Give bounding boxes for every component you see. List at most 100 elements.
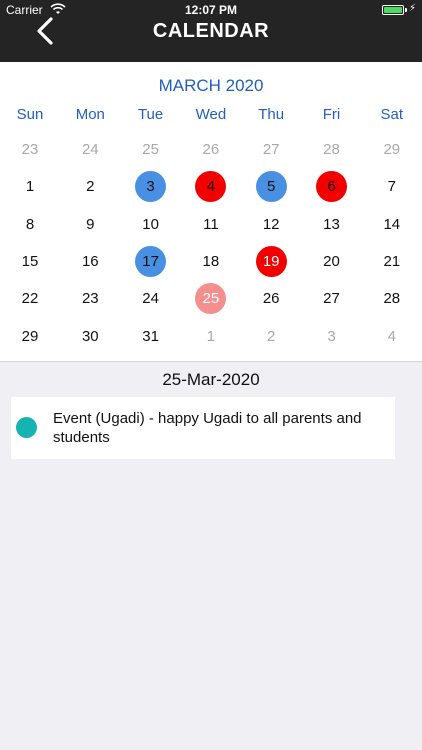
weekday-wed: Wed (195, 106, 227, 123)
day-number: 5 (255, 171, 287, 203)
status-bar: Carrier 12:07 PM ⚡ (0, 0, 422, 20)
calendar-day[interactable]: 25 (181, 283, 241, 315)
day-number: 30 (81, 327, 99, 345)
calendar-day[interactable]: 2 (60, 171, 120, 203)
day-number: 21 (383, 252, 401, 270)
day-number: 3 (135, 171, 167, 203)
day-number: 19 (255, 245, 287, 277)
day-number: 17 (135, 245, 167, 277)
calendar-day[interactable]: 17 (121, 245, 181, 278)
calendar-day[interactable]: 29 (362, 134, 422, 166)
day-number: 26 (202, 141, 220, 158)
calendar-day[interactable]: 26 (241, 283, 301, 315)
calendar-day[interactable]: 27 (302, 283, 362, 315)
calendar-day[interactable]: 9 (60, 209, 120, 241)
day-number: 2 (86, 178, 95, 196)
weekday-sun: Sun (16, 106, 44, 123)
calendar-day[interactable]: 8 (0, 209, 60, 241)
charging-icon: ⚡ (408, 3, 416, 14)
day-number: 18 (202, 252, 220, 270)
calendar-day[interactable]: 4 (181, 171, 241, 203)
month-label: MARCH 2020 (158, 76, 264, 95)
calendar-day[interactable]: 22 (0, 283, 60, 315)
day-number: 13 (323, 215, 340, 233)
day-number: 31 (142, 327, 159, 345)
day-number: 27 (323, 290, 340, 308)
calendar-day[interactable]: 23 (60, 283, 120, 315)
calendar-day[interactable]: 20 (302, 246, 362, 278)
calendar-day[interactable]: 24 (60, 134, 120, 166)
day-number: 28 (383, 290, 401, 308)
day-number: 10 (142, 215, 159, 233)
day-number: 24 (142, 290, 159, 308)
calendar-day[interactable]: 25 (121, 134, 181, 166)
calendar-day[interactable]: 28 (362, 283, 422, 315)
day-number: 6 (316, 171, 347, 203)
calendar-day[interactable]: 5 (241, 171, 301, 203)
calendar-day[interactable]: 12 (241, 209, 301, 241)
day-number: 8 (25, 215, 35, 233)
day-number: 16 (81, 252, 99, 270)
day-number: 3 (327, 327, 336, 345)
day-number: 11 (203, 215, 219, 233)
day-number: 1 (206, 327, 216, 345)
calendar-day[interactable]: 26 (181, 134, 241, 166)
calendar-day[interactable]: 10 (121, 209, 181, 241)
day-number: 23 (81, 290, 99, 308)
calendar-day[interactable]: 3 (302, 321, 362, 353)
calendar-day[interactable]: 31 (121, 321, 181, 353)
weekday-fri: Fri (322, 106, 341, 123)
day-number: 1 (25, 178, 35, 196)
calendar-day[interactable]: 23 (0, 134, 60, 166)
day-number: 22 (21, 290, 39, 308)
calendar-day[interactable]: 27 (241, 134, 301, 166)
calendar-day[interactable]: 1 (181, 321, 241, 353)
calendar-day[interactable]: 2 (241, 321, 301, 353)
day-number: 24 (81, 141, 99, 158)
day-number: 27 (262, 141, 280, 158)
day-number: 4 (195, 171, 227, 203)
clock: 12:07 PM (184, 3, 238, 17)
day-number: 29 (21, 327, 39, 345)
battery-icon (382, 5, 404, 15)
month-calendar: MARCH 2020 Sun Mon Tue Wed Thu Fri Sat 23 24 25 2… (0, 62, 422, 362)
calendar-day[interactable]: 7 (362, 171, 422, 203)
weekday-tue: Tue (137, 106, 164, 123)
calendar-day[interactable]: 13 (302, 209, 362, 241)
calendar-day[interactable]: 14 (362, 209, 422, 241)
calendar-day[interactable]: 28 (302, 134, 362, 166)
calendar-day[interactable]: 3 (121, 171, 181, 203)
day-number: 26 (262, 290, 280, 308)
weekday-header: Sun Mon Tue Wed Thu Fri Sat (0, 106, 422, 126)
day-number: 15 (21, 252, 39, 270)
day-number: 25 (195, 283, 227, 315)
calendar-day[interactable]: 24 (121, 283, 181, 315)
battery-tip (405, 8, 407, 12)
calendar-day[interactable]: 16 (60, 246, 120, 278)
calendar-day[interactable]: 11 (181, 209, 241, 241)
calendar-day[interactable]: 29 (0, 321, 60, 353)
event-text: Event (Ugadi) - happy Ugadi to all paren… (53, 410, 362, 446)
event-dot-icon (16, 417, 37, 438)
event-list-item[interactable]: Event (Ugadi) - happy Ugadi to all paren… (11, 397, 395, 459)
day-number: 2 (267, 327, 276, 345)
calendar-day[interactable]: 15 (0, 246, 60, 278)
calendar-day[interactable]: 21 (362, 246, 422, 278)
calendar-day[interactable]: 6 (302, 171, 362, 203)
day-number: 12 (262, 215, 280, 233)
calendar-day[interactable]: 18 (181, 246, 241, 278)
day-number: 20 (323, 252, 340, 270)
day-number: 4 (387, 327, 396, 345)
calendar-day[interactable]: 30 (60, 321, 120, 353)
calendar-day[interactable]: 4 (362, 321, 422, 353)
calendar-day[interactable]: 19 (241, 245, 301, 278)
day-number: 28 (323, 141, 340, 158)
day-number: 14 (383, 215, 401, 233)
day-number: 9 (86, 215, 95, 233)
weekday-thu: Thu (258, 106, 285, 123)
weekday-mon: Mon (75, 106, 105, 123)
app-header: Carrier 12:07 PM ⚡ CALENDAR (0, 0, 422, 62)
weekday-sat: Sat (380, 106, 404, 123)
calendar-day[interactable]: 1 (0, 171, 60, 203)
day-number: 25 (142, 141, 159, 158)
